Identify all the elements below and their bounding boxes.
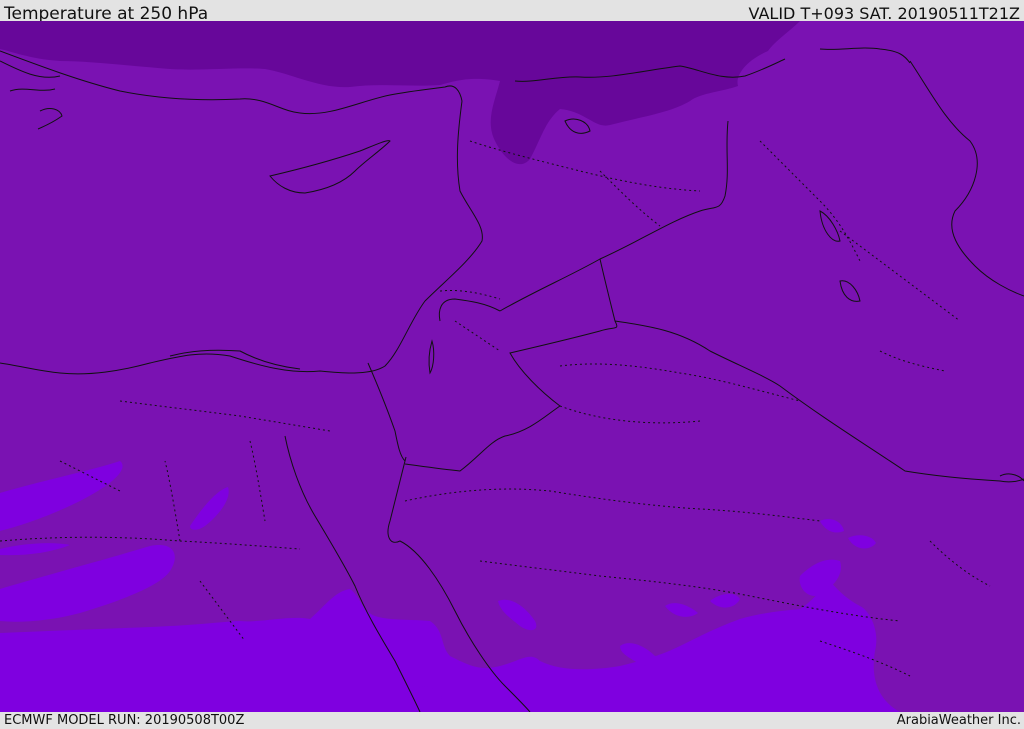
credit-label: ArabiaWeather Inc. bbox=[896, 713, 1021, 728]
weather-map bbox=[0, 21, 1024, 712]
footer-bar: ECMWF MODEL RUN: 20190508T00Z ArabiaWeat… bbox=[0, 712, 1024, 729]
model-run-label: ECMWF MODEL RUN: 20190508T00Z bbox=[4, 713, 245, 728]
header-bar: Temperature at 250 hPa VALID T+093 SAT. … bbox=[0, 0, 1024, 24]
